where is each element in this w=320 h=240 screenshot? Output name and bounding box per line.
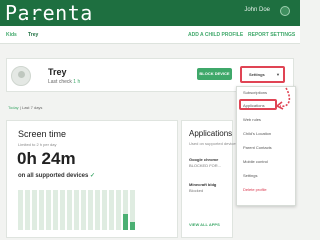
annotation-arrow-icon <box>275 87 291 110</box>
